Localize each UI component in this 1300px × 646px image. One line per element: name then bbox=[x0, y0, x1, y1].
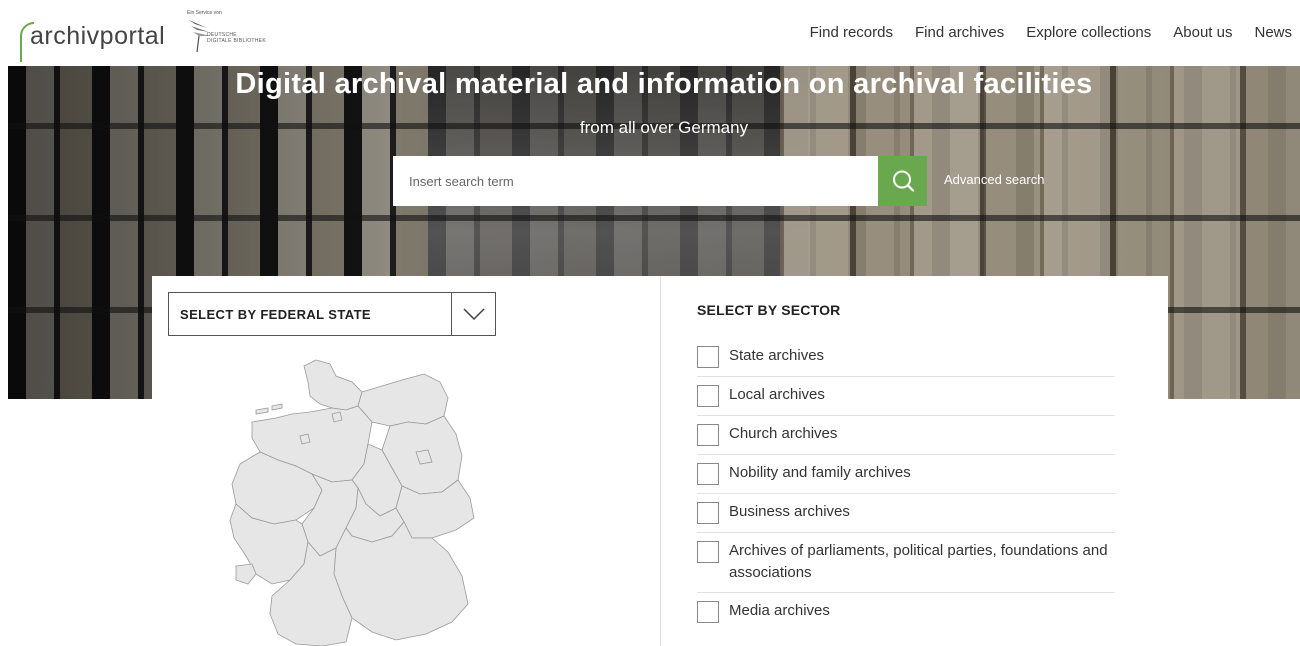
ddb-name-line2: Digitale Bibliothek bbox=[207, 38, 266, 44]
archivportal-logo[interactable]: archivportal bbox=[20, 14, 165, 62]
logo-text: archivportal bbox=[30, 22, 166, 50]
map-state-bremen[interactable] bbox=[299, 433, 311, 445]
nav-find-records[interactable]: Find records bbox=[810, 24, 893, 41]
ddb-name: Deutsche Digitale Bibliothek bbox=[207, 32, 266, 44]
sector-item-label: Archives of parliaments, political parti… bbox=[729, 542, 1108, 581]
checkbox[interactable] bbox=[697, 385, 719, 407]
sector-list: State archives Local archives Church arc… bbox=[697, 338, 1115, 631]
map-islands bbox=[255, 403, 283, 415]
map-state-bayern[interactable] bbox=[333, 521, 469, 641]
map-state-mecklenburg-vorpommern[interactable] bbox=[357, 373, 449, 427]
checkbox[interactable] bbox=[697, 541, 719, 563]
sector-item-local-archives[interactable]: Local archives bbox=[697, 377, 1115, 416]
hero-subtitle: from all over Germany bbox=[579, 118, 749, 137]
federal-state-select[interactable]: SELECT BY FEDERAL STATE bbox=[168, 292, 496, 336]
germany-map[interactable] bbox=[212, 352, 522, 646]
federal-state-section: SELECT BY FEDERAL STATE bbox=[152, 276, 660, 646]
search-bar bbox=[393, 156, 927, 206]
search-button[interactable] bbox=[878, 156, 927, 206]
sector-item-business-archives[interactable]: Business archives bbox=[697, 494, 1115, 533]
sector-item-parliaments-parties-archives[interactable]: Archives of parliaments, political parti… bbox=[697, 533, 1115, 593]
sector-title: SELECT BY SECTOR bbox=[697, 302, 841, 318]
main-nav: Find records Find archives Explore colle… bbox=[810, 24, 1292, 41]
nav-find-archives[interactable]: Find archives bbox=[915, 24, 1004, 41]
checkbox[interactable] bbox=[697, 463, 719, 485]
sector-item-label: Nobility and family archives bbox=[729, 464, 911, 481]
nav-about-us[interactable]: About us bbox=[1173, 24, 1232, 41]
checkbox[interactable] bbox=[697, 424, 719, 446]
sector-item-label: State archives bbox=[729, 347, 825, 364]
map-state-schleswig-holstein[interactable] bbox=[303, 359, 363, 411]
map-state-saarland[interactable] bbox=[235, 563, 257, 585]
sector-item-state-archives[interactable]: State archives bbox=[697, 338, 1115, 377]
federal-state-select-label: SELECT BY FEDERAL STATE bbox=[180, 306, 371, 322]
hero-title: Digital archival material and informatio… bbox=[235, 68, 1093, 100]
search-input[interactable] bbox=[393, 156, 878, 206]
nav-news[interactable]: News bbox=[1254, 24, 1292, 41]
site-header: archivportal Ein Service von Deutsche Di… bbox=[0, 0, 1300, 66]
sector-item-label: Business archives bbox=[729, 503, 850, 520]
sector-item-label: Local archives bbox=[729, 386, 825, 403]
sector-section: SELECT BY SECTOR State archives Local ar… bbox=[661, 276, 1168, 646]
nav-explore-collections[interactable]: Explore collections bbox=[1026, 24, 1151, 41]
sector-item-nobility-family-archives[interactable]: Nobility and family archives bbox=[697, 455, 1115, 494]
sector-item-label: Media archives bbox=[729, 602, 830, 619]
chevron-down-icon[interactable] bbox=[451, 293, 495, 335]
sector-item-media-archives[interactable]: Media archives bbox=[697, 593, 1115, 631]
ddb-logo[interactable]: Ein Service von Deutsche Digitale Biblio… bbox=[183, 8, 283, 54]
checkbox[interactable] bbox=[697, 502, 719, 524]
filter-panel: SELECT BY FEDERAL STATE SELECT BY SECTOR… bbox=[152, 276, 1168, 646]
advanced-search-link[interactable]: Advanced search bbox=[944, 172, 1044, 187]
sector-item-label: Church archives bbox=[729, 425, 838, 442]
map-state-hamburg[interactable] bbox=[331, 411, 343, 423]
checkbox[interactable] bbox=[697, 346, 719, 368]
sector-item-church-archives[interactable]: Church archives bbox=[697, 416, 1115, 455]
search-icon bbox=[892, 170, 914, 192]
checkbox[interactable] bbox=[697, 601, 719, 623]
